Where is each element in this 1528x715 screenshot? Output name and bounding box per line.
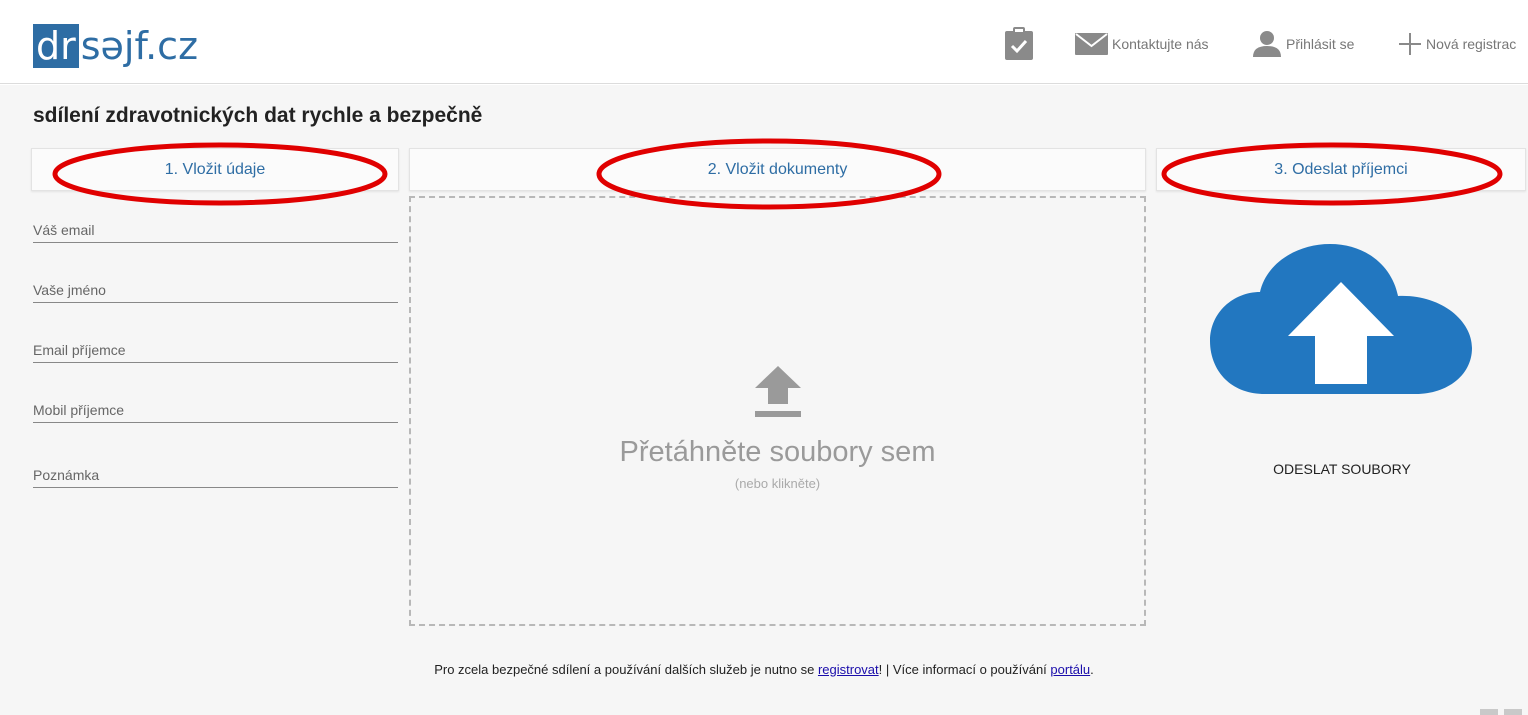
nav-contact-label: Kontaktujte nás xyxy=(1112,36,1209,52)
clipboard-check-icon xyxy=(1005,27,1033,60)
footer-text-after: . xyxy=(1090,662,1094,677)
sender-name-placeholder: Vaše jméno xyxy=(33,282,106,298)
step-2-header: 2. Vložit dokumenty xyxy=(409,148,1146,191)
register-link[interactable]: registrovat xyxy=(818,662,879,677)
nav-register-label: Nová registrac xyxy=(1426,36,1517,52)
nav-login[interactable]: Přihlásit se xyxy=(1252,26,1354,62)
nav-login-label: Přihlásit se xyxy=(1286,36,1355,52)
recipient-email-field[interactable]: Email příjemce xyxy=(33,329,398,363)
logo-text: səjf.cz xyxy=(80,24,199,68)
recipient-email-placeholder: Email příjemce xyxy=(33,342,126,358)
footer-text-middle: ! | Více informací o používání xyxy=(878,662,1051,677)
site-logo[interactable]: dr səjf.cz xyxy=(33,22,198,68)
upload-arrow-icon xyxy=(755,366,801,417)
envelope-icon xyxy=(1075,33,1108,55)
corner-mark-left xyxy=(1480,709,1498,715)
file-dropzone[interactable]: Přetáhněte soubory sem (nebo klikněte) xyxy=(409,196,1146,626)
cloud-upload-icon[interactable] xyxy=(1210,244,1472,394)
user-icon xyxy=(1253,31,1281,57)
sender-email-placeholder: Váš email xyxy=(33,222,95,238)
nav-contact[interactable]: Kontaktujte nás xyxy=(1075,26,1209,62)
footer-text-before: Pro zcela bezpečné sdílení a používání d… xyxy=(434,662,818,677)
step-3-label: 3. Odeslat příjemci xyxy=(1274,160,1408,178)
logo-box: dr xyxy=(33,24,79,68)
sender-email-field[interactable]: Váš email xyxy=(33,209,398,243)
page-title: sdílení zdravotnických dat rychle a bezp… xyxy=(33,104,483,127)
send-files-button[interactable]: ODESLAT SOUBORY xyxy=(1157,461,1527,477)
checklist-button[interactable] xyxy=(1004,26,1034,62)
dropzone-sub-text: (nebo klikněte) xyxy=(734,476,821,491)
nav-register[interactable]: Nová registrac xyxy=(1398,26,1516,62)
recipient-mobile-field[interactable]: Mobil příjemce xyxy=(33,389,398,423)
dropzone-main-text: Přetáhněte soubory sem xyxy=(619,436,936,468)
portal-link[interactable]: portálu xyxy=(1050,662,1090,677)
step-1-label: 1. Vložit údaje xyxy=(164,160,266,178)
step-1-header: 1. Vložit údaje xyxy=(31,148,399,191)
step-2-label: 2. Vložit dokumenty xyxy=(707,160,848,178)
top-bar: dr səjf.cz Kontaktujte nás Přihlásit se … xyxy=(0,0,1528,84)
corner-mark-right xyxy=(1504,709,1522,715)
plus-icon xyxy=(1399,33,1421,55)
note-field[interactable]: Poznámka xyxy=(33,454,398,488)
note-placeholder: Poznámka xyxy=(33,467,100,483)
sender-name-field[interactable]: Vaše jméno xyxy=(33,269,398,303)
recipient-mobile-placeholder: Mobil příjemce xyxy=(33,402,125,418)
footer-info: Pro zcela bezpečné sdílení a používání d… xyxy=(0,662,1528,677)
step-3-header: 3. Odeslat příjemci xyxy=(1156,148,1526,191)
